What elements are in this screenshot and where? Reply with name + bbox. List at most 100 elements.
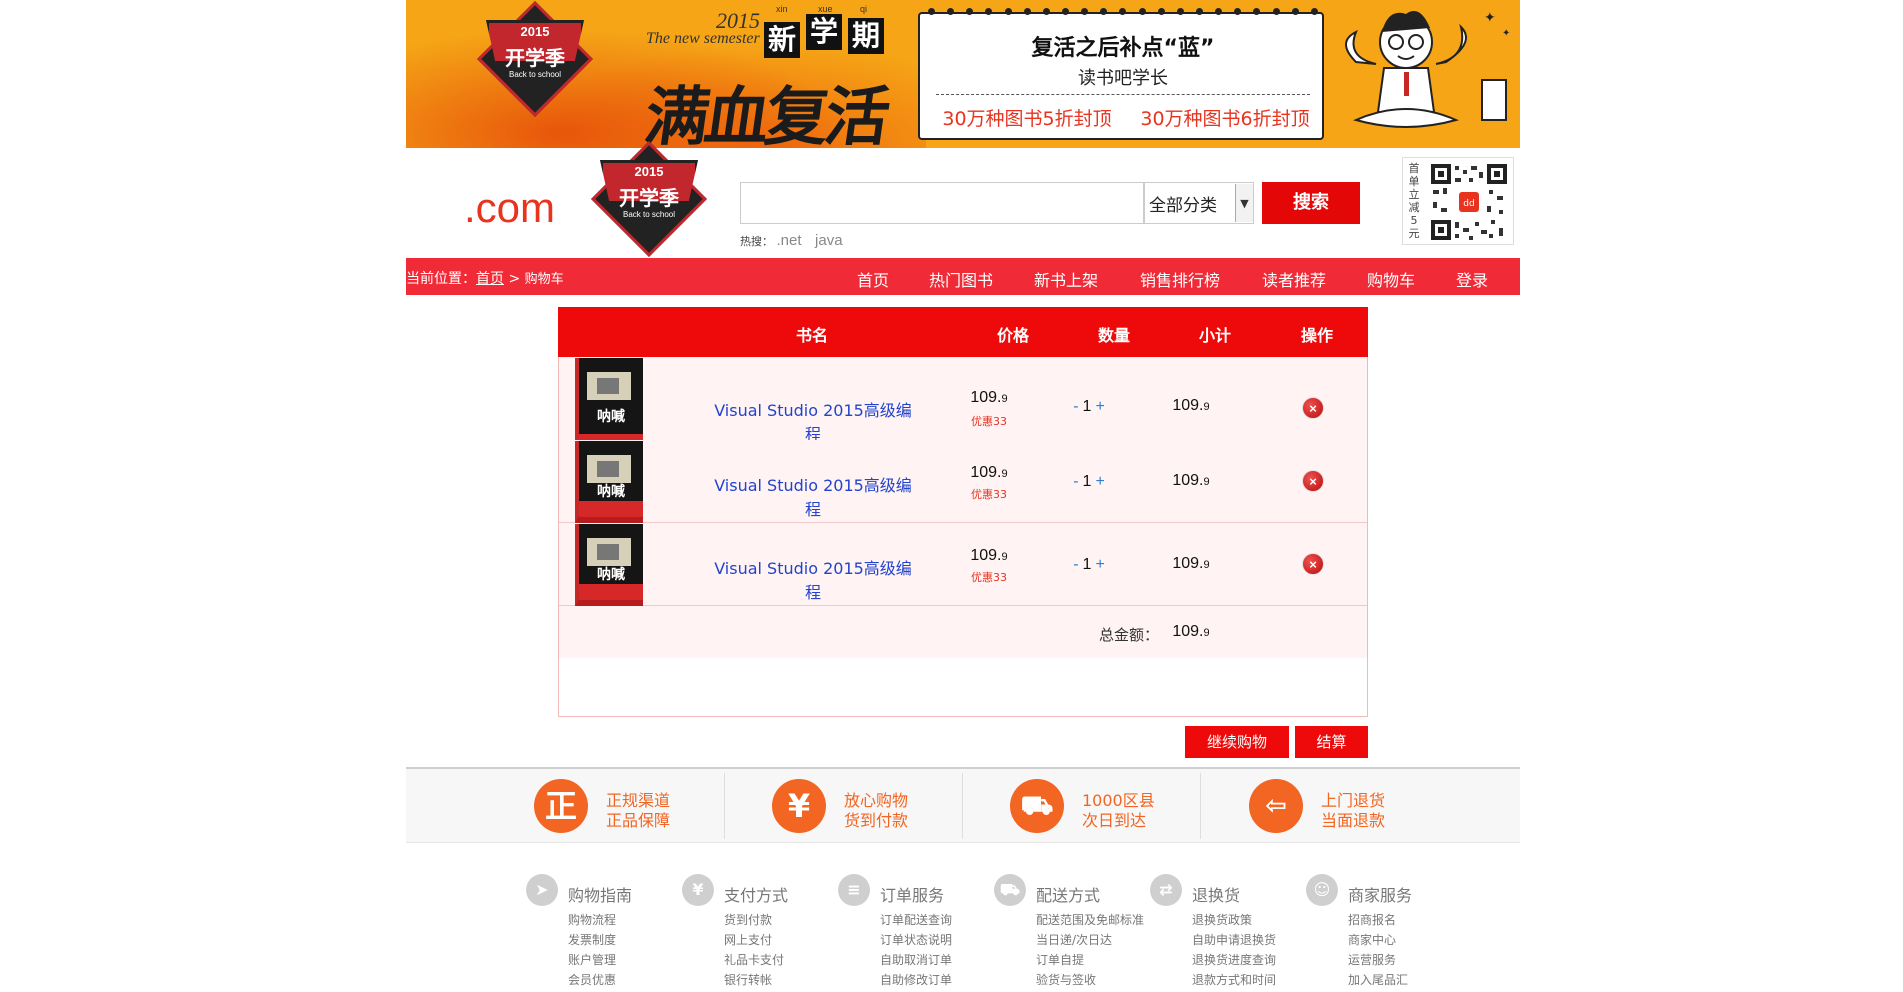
unit-price: 109.9 — [970, 389, 1008, 406]
quantity-stepper: -1 + — [1059, 556, 1119, 574]
footer-link[interactable]: 配送范围及免邮标准 — [1036, 910, 1144, 930]
breadcrumb-home-link[interactable]: 首页 — [476, 271, 504, 287]
nav-item-login[interactable]: 登录 — [1456, 267, 1488, 291]
book-title-link[interactable]: Visual Studio 2015高级编程 — [708, 555, 918, 603]
promo-banner[interactable]: 2015 开学季 Back to school 2015 The new sem… — [406, 0, 1520, 148]
badge-sub: Back to school — [508, 70, 562, 79]
search-input[interactable] — [740, 182, 1144, 224]
document-icon: ≡ — [838, 874, 870, 906]
unit-price: 109.9 — [970, 547, 1008, 564]
footer-link[interactable]: 会员优惠 — [568, 970, 616, 990]
pinyin-1: xin — [776, 4, 788, 14]
book-cover-image[interactable]: 呐喊 — [575, 524, 643, 606]
cart-header-row: 书名 价格 数量 小计 操作 — [558, 307, 1368, 357]
cart-row: 呐喊 Visual Studio 2015高级编程 109.9 优惠33 -1 +… — [559, 523, 1367, 606]
col-header-action: 操作 — [1300, 326, 1334, 345]
footer-link[interactable]: 购物流程 — [568, 910, 616, 930]
category-select[interactable]: 全部分类 ▼ — [1144, 182, 1254, 224]
main-navbar: 当前位置：首页 > 购物车 首页 热门图书 新书上架 销售排行榜 读者推荐 购物… — [406, 258, 1520, 295]
pinyin-3: qi — [860, 4, 868, 14]
decrease-quantity-button[interactable]: - — [1069, 473, 1082, 490]
continue-shopping-button[interactable]: 继续购物 — [1185, 726, 1289, 758]
footer-link[interactable]: 订单自提 — [1036, 950, 1144, 970]
semester-char-1: 新 — [764, 22, 800, 58]
footer-link[interactable]: 加入尾品汇 — [1348, 970, 1408, 990]
footer-link[interactable]: 自助取消订单 — [880, 950, 952, 970]
footer-link[interactable]: 自助申请退换货 — [1192, 930, 1276, 950]
chevron-down-icon[interactable]: ▼ — [1235, 184, 1253, 222]
cart-total-row: 总金额： 109.9 — [559, 606, 1367, 658]
nav-item-new-books[interactable]: 新书上架 — [1034, 267, 1098, 291]
checkout-button[interactable]: 结算 — [1295, 726, 1368, 758]
footer-link[interactable]: 礼品卡支付 — [724, 950, 784, 970]
footer-link[interactable]: 发票制度 — [568, 930, 616, 950]
increase-quantity-button[interactable]: + — [1091, 473, 1108, 490]
increase-quantity-button[interactable]: + — [1091, 398, 1108, 415]
decrease-quantity-button[interactable]: - — [1069, 398, 1082, 415]
return-icon: ⇦ — [1249, 779, 1303, 833]
footer-title: 退换货 — [1192, 886, 1241, 905]
footer-link[interactable]: 网上支付 — [724, 930, 784, 950]
nav-item-hot-books[interactable]: 热门图书 — [929, 267, 993, 291]
footer-link[interactable]: 运营服务 — [1348, 950, 1408, 970]
logo-badge-year: 2015 — [634, 164, 664, 179]
hot-keyword-link[interactable]: java — [815, 232, 843, 249]
svg-text:✦: ✦ — [1502, 28, 1510, 39]
delete-icon[interactable]: × — [1302, 397, 1324, 419]
footer-link[interactable]: 招商报名 — [1348, 910, 1408, 930]
qr-code-box[interactable]: 首 单 立 减 5 元 dd — [1402, 157, 1514, 245]
line-subtotal: 109.9 — [1172, 555, 1210, 572]
delete-icon[interactable]: × — [1302, 470, 1324, 492]
exchange-icon: ⇄ — [1150, 874, 1182, 906]
nav-item-cart[interactable]: 购物车 — [1367, 267, 1415, 291]
breadcrumb-separator: > — [508, 271, 521, 287]
notebook-divider — [936, 94, 1310, 95]
footer-link[interactable]: 货到付款 — [724, 910, 784, 930]
school-season-badge: 2015 开学季 Back to school — [476, 1, 594, 128]
nav-item-recommended[interactable]: 读者推荐 — [1262, 267, 1326, 291]
book-cover-image[interactable]: 呐喊 — [575, 441, 643, 523]
quantity-stepper: -1 + — [1059, 398, 1119, 416]
badge-year: 2015 — [520, 24, 550, 39]
footer-link[interactable]: 商家中心 — [1348, 930, 1408, 950]
col-header-quantity: 数量 — [1097, 326, 1131, 345]
svg-text:✦: ✦ — [1484, 10, 1496, 26]
footer-link[interactable]: 退换货进度查询 — [1192, 950, 1276, 970]
hot-keyword-link[interactable]: .net — [777, 232, 802, 249]
logo-badge-name: 开学季 — [619, 186, 679, 210]
nav-item-home[interactable]: 首页 — [857, 267, 889, 291]
guarantee-genuine: 正 正规渠道 正品保障 — [534, 777, 772, 837]
breadcrumb-current: 购物车 — [524, 272, 564, 287]
footer-link[interactable]: 订单状态说明 — [880, 930, 952, 950]
col-header-title: 书名 — [795, 326, 829, 345]
footer-link[interactable]: 当日递/次日达 — [1036, 930, 1144, 950]
promo-text-2: 30万种图书6折封顶 — [1140, 108, 1310, 130]
book-cover-title: 呐喊 — [597, 567, 625, 583]
notebook-card: 复活之后补点“蓝” 读书吧学长 30万种图书5折封顶 30万种图书6折封顶 — [918, 8, 1324, 140]
footer-link[interactable]: 验货与签收 — [1036, 970, 1144, 990]
footer-link[interactable]: 银行转帐 — [724, 970, 784, 990]
decrease-quantity-button[interactable]: - — [1069, 556, 1082, 573]
book-title-link[interactable]: Visual Studio 2015高级编程 — [708, 397, 918, 445]
search-button[interactable]: 搜索 — [1262, 182, 1360, 224]
nav-item-bestsellers[interactable]: 销售排行榜 — [1140, 267, 1220, 291]
footer-link[interactable]: 退款方式和时间 — [1192, 970, 1276, 990]
book-title-link[interactable]: Visual Studio 2015高级编程 — [708, 472, 918, 520]
angel-student-mascot-icon: ✦ ✦ — [1345, 10, 1510, 128]
footer-link[interactable]: 账户管理 — [568, 950, 616, 970]
svg-text:dd: dd — [1463, 199, 1474, 209]
quantity-stepper: -1 + — [1059, 473, 1119, 491]
footer-link[interactable]: 自助修改订单 — [880, 970, 952, 990]
delete-icon[interactable]: × — [1302, 553, 1324, 575]
notebook-promos: 30万种图书5折封顶 30万种图书6折封顶 — [928, 104, 1324, 131]
guarantee-delivery: ⛟ 1000区县 次日到达 — [1010, 777, 1248, 837]
cart-row: 呐喊 Visual Studio 2015高级编程 109.9 优惠33 -1 +… — [559, 440, 1367, 523]
hot-search-label: 热搜： — [740, 235, 773, 248]
increase-quantity-button[interactable]: + — [1091, 556, 1108, 573]
site-logo-domain[interactable]: .com — [464, 184, 555, 232]
genuine-icon: 正 — [534, 779, 588, 833]
semester-char-3: 期 — [848, 18, 884, 54]
footer-link[interactable]: 订单配送查询 — [880, 910, 952, 930]
footer-link[interactable]: 退换货政策 — [1192, 910, 1276, 930]
logo-badge[interactable]: 2015 开学季 Back to school — [590, 141, 708, 268]
